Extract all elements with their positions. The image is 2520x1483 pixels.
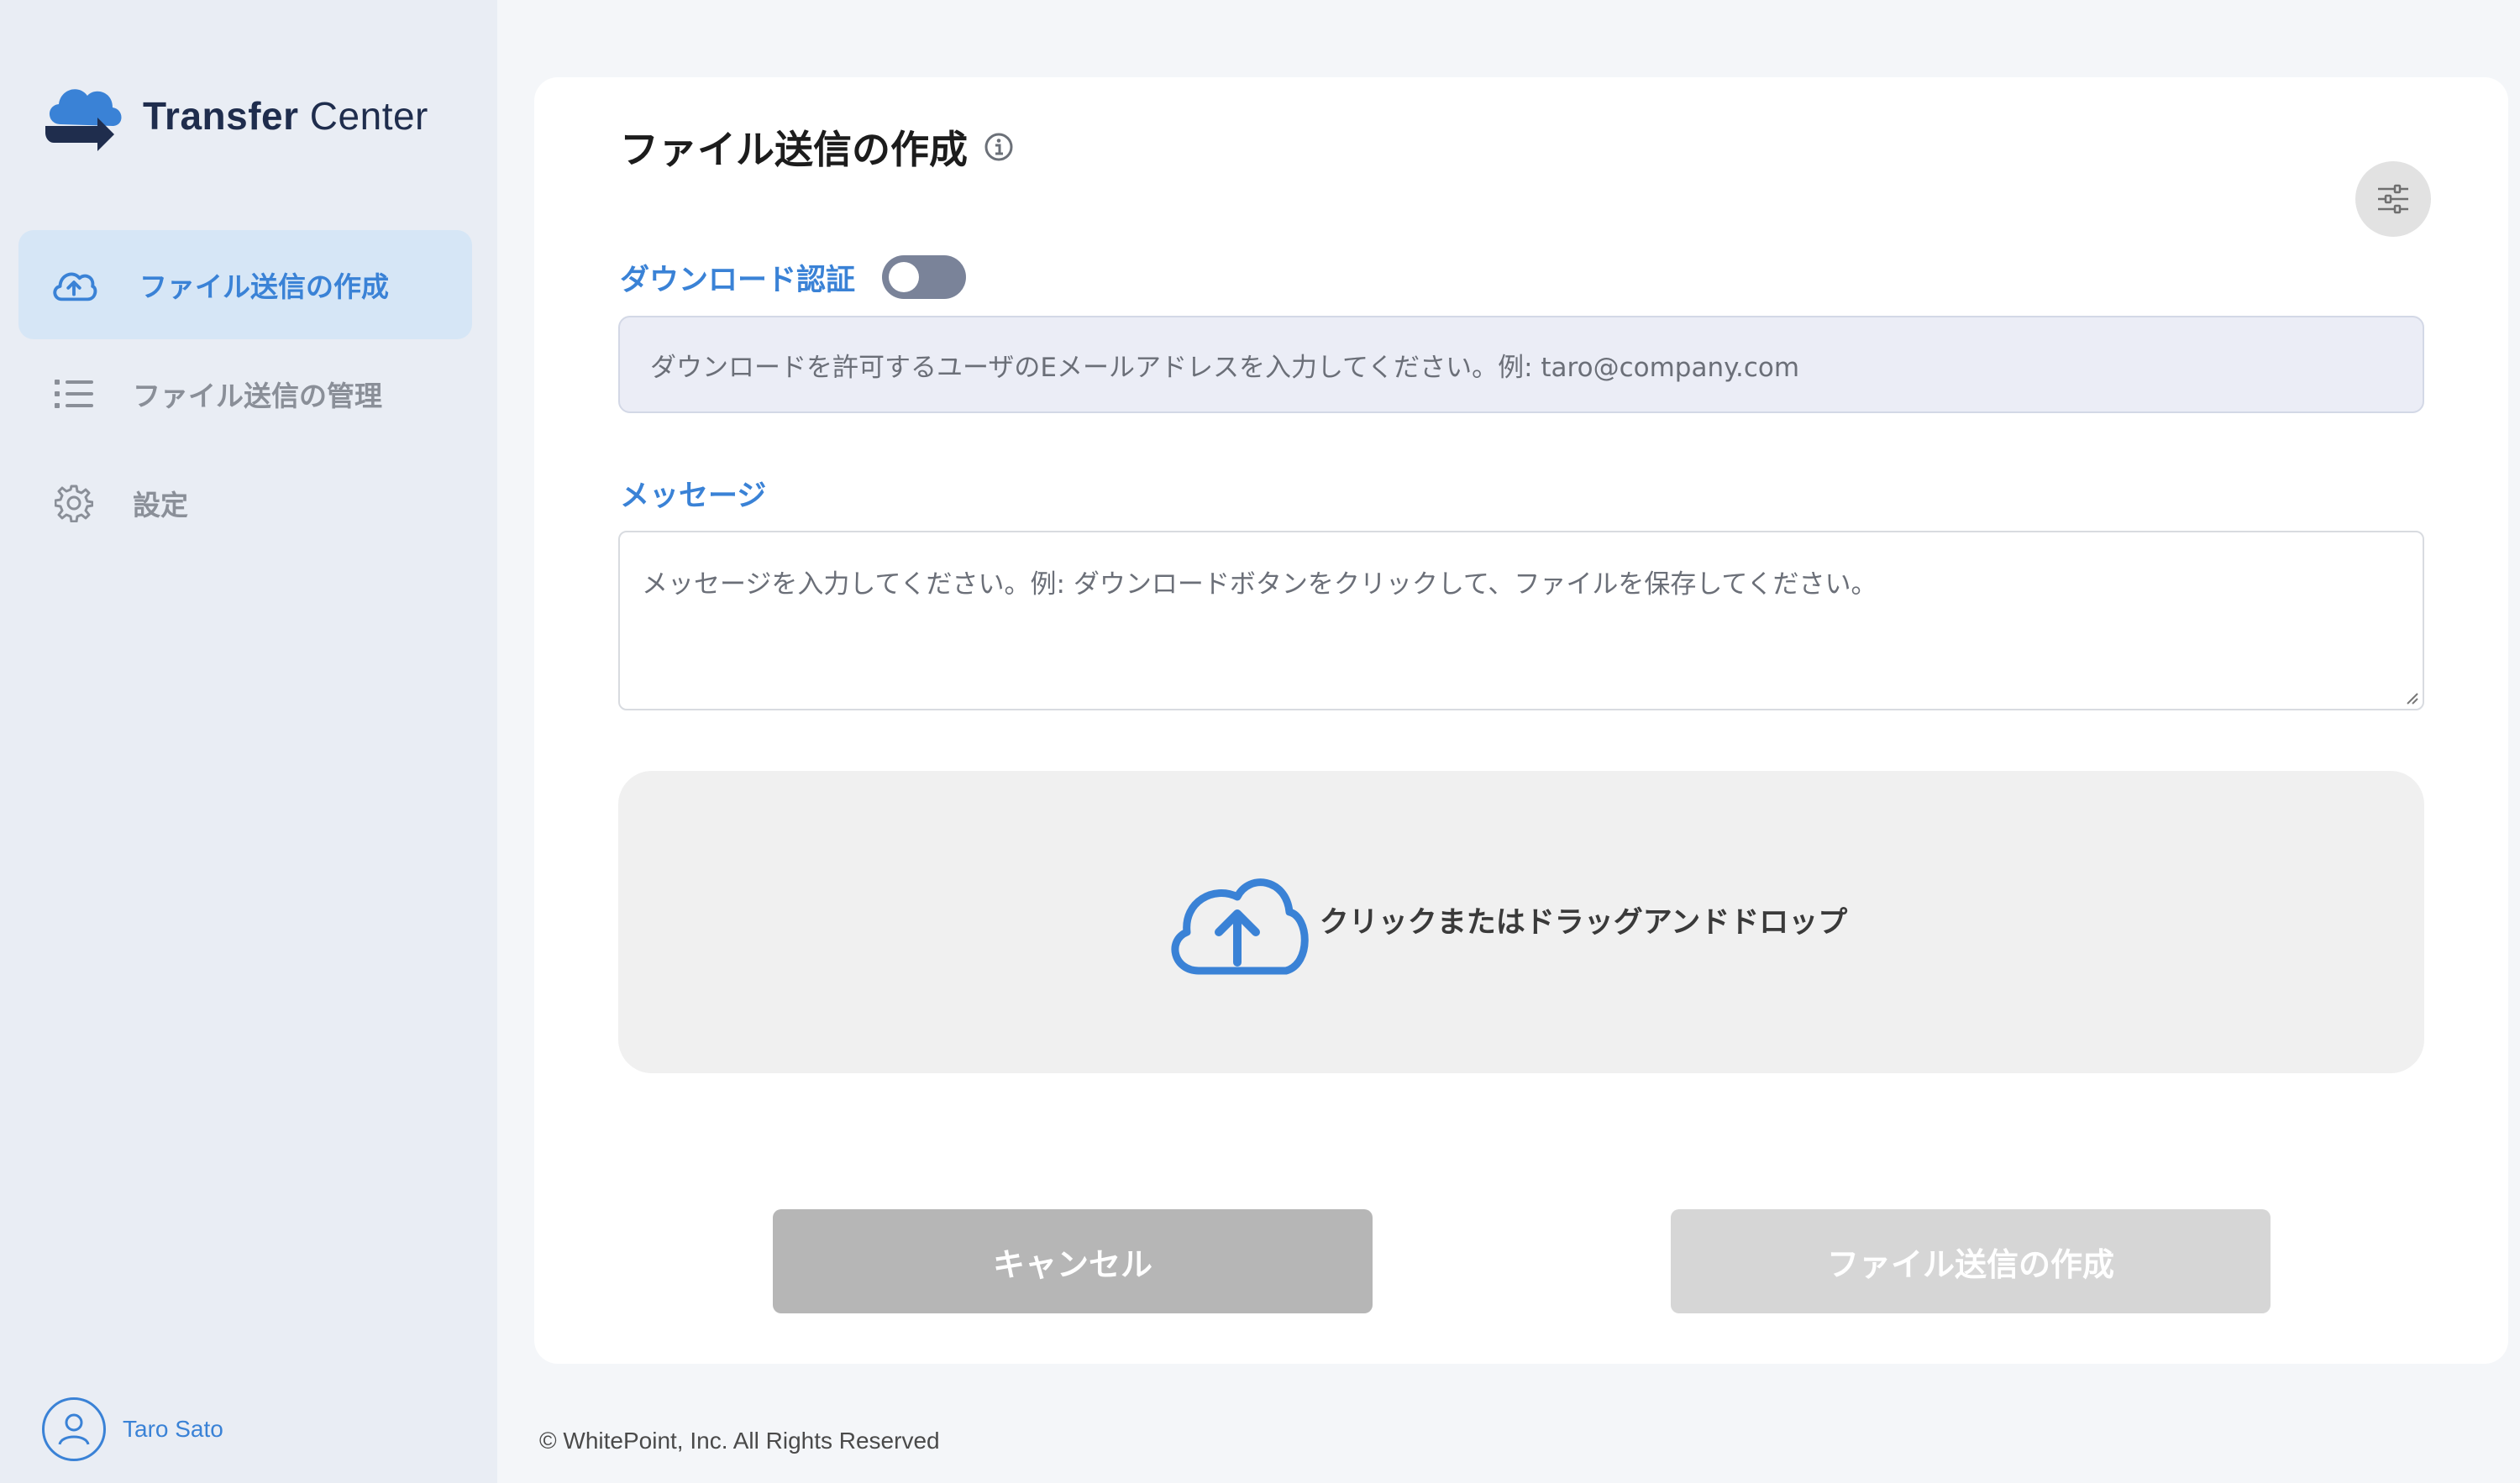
list-icon	[50, 370, 97, 417]
resize-handle-icon[interactable]	[2404, 690, 2419, 705]
cloud-upload-icon	[50, 261, 97, 308]
brand[interactable]: Transfer Center	[42, 74, 428, 158]
dropzone-content: クリックまたはドラッグアンドドロップ	[1162, 863, 1848, 981]
page-title: ファイル送信の作成	[620, 127, 968, 172]
download-auth-toggle[interactable]	[882, 255, 967, 299]
avatar	[42, 1397, 106, 1461]
sidebar-item-create-transfer[interactable]: ファイル送信の作成	[18, 230, 472, 339]
user-icon	[58, 1413, 90, 1445]
transfer-center-logo-icon	[45, 89, 122, 151]
sidebar-item-settings[interactable]: 設定	[18, 448, 472, 558]
user-profile[interactable]: Taro Sato	[42, 1397, 223, 1461]
main-card: ファイル送信の作成 ダウンロード認証 ダウンロードを許可するユーザのEメールアド…	[534, 77, 2508, 1364]
dropzone-text: クリックまたはドラッグアンドドロップ	[1319, 905, 1848, 940]
message-placeholder: メッセージを入力してください。例: ダウンロードボタンをクリックして、ファイルを…	[642, 569, 1877, 600]
email-placeholder: ダウンロードを許可するユーザのEメールアドレスを入力してください。例: taro…	[650, 352, 1800, 383]
sidebar-item-label: ファイル送信の管理	[133, 380, 382, 412]
create-transfer-button[interactable]: ファイル送信の作成	[1671, 1209, 2271, 1313]
settings-sliders-button[interactable]	[2355, 161, 2431, 237]
download-auth-label: ダウンロード認証	[620, 263, 856, 297]
cancel-button[interactable]: キャンセル	[773, 1209, 1373, 1313]
email-field[interactable]: ダウンロードを許可するユーザのEメールアドレスを入力してください。例: taro…	[618, 316, 2424, 413]
brand-name: Transfer Center	[143, 94, 428, 138]
file-dropzone[interactable]: クリックまたはドラッグアンドドロップ	[618, 771, 2424, 1073]
sidebar: Transfer Center ファイル送信の作成 ファイル送信の管理 設定 T…	[0, 0, 497, 1483]
message-label: メッセージ	[620, 479, 767, 513]
footer-copyright: © WhitePoint, Inc. All Rights Reserved	[539, 1428, 940, 1454]
message-field[interactable]: メッセージを入力してください。例: ダウンロードボタンをクリックして、ファイルを…	[618, 531, 2424, 710]
sliders-icon	[2378, 184, 2408, 214]
info-icon[interactable]	[983, 131, 1015, 163]
cloud-upload-icon	[1171, 878, 1309, 975]
download-auth-row: ダウンロード認証	[620, 255, 967, 299]
user-name: Taro Sato	[123, 1416, 223, 1442]
sidebar-nav: ファイル送信の作成 ファイル送信の管理 設定	[18, 230, 472, 558]
sidebar-item-label: ファイル送信の作成	[139, 270, 389, 303]
sidebar-item-manage-transfers[interactable]: ファイル送信の管理	[18, 339, 472, 448]
toggle-knob	[889, 262, 920, 292]
gear-icon	[50, 479, 97, 527]
sidebar-item-label: 設定	[133, 489, 188, 521]
page-title-row: ファイル送信の作成	[620, 119, 1015, 175]
